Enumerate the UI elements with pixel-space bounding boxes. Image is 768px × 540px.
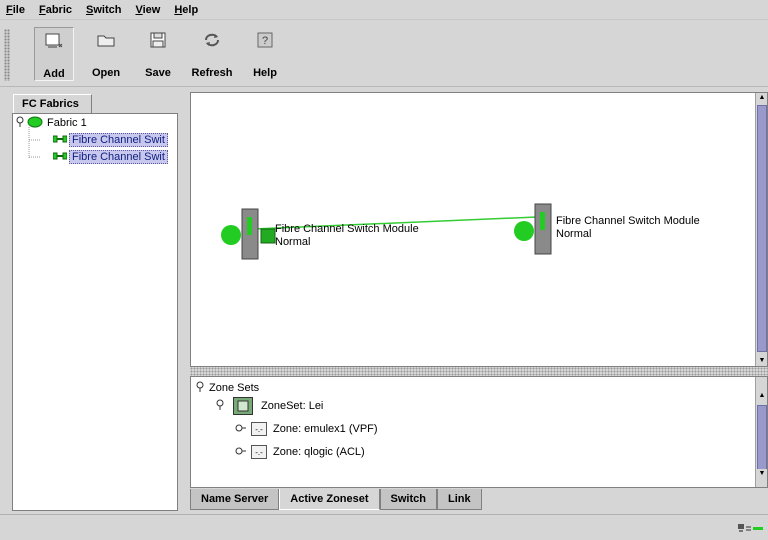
menu-view[interactable]: View	[133, 3, 162, 17]
fabric-tree: Fabric 1 Fibre Channel Swit Fibre Channe…	[12, 113, 178, 511]
switch-icon	[52, 134, 69, 146]
menu-help[interactable]: Help	[172, 3, 200, 17]
scroll-thumb[interactable]	[757, 105, 767, 352]
zone-scrollbar[interactable]: ▲ ▼	[755, 377, 767, 487]
tree-switch-label: Fibre Channel Swit	[69, 133, 168, 147]
topology-view[interactable]: Fibre Channel Switch Module Normal Fibre…	[190, 92, 768, 367]
save-disk-icon	[145, 27, 171, 53]
tab-fc-fabrics[interactable]: FC Fabrics	[13, 94, 92, 113]
zoneset-row[interactable]: ZoneSet: Lei	[215, 397, 323, 415]
refresh-button[interactable]: Refresh	[186, 27, 238, 81]
switch-1-status: Normal	[275, 236, 311, 248]
tree-root-row[interactable]: Fabric 1	[15, 115, 89, 131]
zone-label: Zone: emulex1 (VPF)	[273, 423, 378, 435]
help-label: Help	[253, 67, 277, 79]
fabric-icon	[27, 116, 45, 131]
switch-2-name: Fibre Channel Switch Module	[556, 215, 700, 227]
scroll-down-icon[interactable]: ▼	[757, 356, 767, 366]
switch-icon	[52, 151, 69, 163]
status-bar	[0, 514, 768, 540]
zone-sets-label: Zone Sets	[209, 382, 260, 394]
bottom-tabs: Name Server Active Zoneset Switch Link	[190, 489, 482, 511]
svg-text:?: ?	[262, 35, 268, 47]
tree-switch-label: Fibre Channel Swit	[69, 150, 168, 164]
scroll-up-icon[interactable]: ▲	[757, 93, 767, 103]
tree-switch-row-2[interactable]: Fibre Channel Swit	[52, 149, 168, 165]
menu-switch[interactable]: Switch	[84, 3, 123, 17]
zone-icon: -.-	[251, 422, 267, 436]
zone-tree: Zone Sets ZoneSet: Lei -.- Zone: emulex1…	[190, 376, 768, 488]
open-folder-icon	[93, 27, 119, 53]
toolbar-grip[interactable]	[4, 29, 10, 81]
open-button[interactable]: Open	[84, 27, 128, 81]
menubar: File Fabric Switch View Help	[0, 0, 768, 20]
zone-label: Zone: qlogic (ACL)	[273, 446, 365, 458]
open-label: Open	[91, 67, 121, 79]
expand-toggle-icon[interactable]	[215, 399, 233, 414]
add-label: Add	[43, 68, 65, 80]
switch-node-1[interactable]	[221, 208, 276, 260]
switch-2-status: Normal	[556, 228, 592, 240]
tree-switch-row-1[interactable]: Fibre Channel Swit	[52, 132, 168, 148]
expand-toggle-icon[interactable]	[15, 116, 27, 131]
tab-active-zoneset[interactable]: Active Zoneset	[279, 489, 380, 510]
zone-sets-row[interactable]: Zone Sets	[195, 379, 259, 397]
menu-fabric[interactable]: Fabric	[37, 3, 74, 17]
switch-2-label: Fibre Channel Switch Module Normal	[556, 215, 700, 241]
add-button[interactable]: Add	[34, 27, 74, 81]
split-pane-divider[interactable]	[190, 367, 768, 376]
topology-scrollbar[interactable]: ▲ ▼	[755, 93, 767, 366]
zone-icon: -.-	[251, 445, 267, 459]
tab-link[interactable]: Link	[436, 489, 482, 510]
switch-node-2[interactable]	[514, 203, 552, 255]
save-button[interactable]: Save	[138, 27, 178, 81]
zoneset-label: ZoneSet: Lei	[261, 400, 324, 412]
zone-row[interactable]: -.- Zone: emulex1 (VPF)	[235, 420, 378, 438]
toolbar: Add Open Save Refresh ? Help	[0, 21, 768, 87]
zone-row[interactable]: -.- Zone: qlogic (ACL)	[235, 443, 365, 461]
tree-root-label: Fabric 1	[47, 117, 87, 129]
help-icon: ?	[252, 27, 278, 53]
menu-file[interactable]: File	[4, 3, 27, 17]
help-button[interactable]: ? Help	[247, 27, 283, 81]
network-status-icon	[738, 524, 764, 537]
tab-switch[interactable]: Switch	[379, 489, 437, 510]
tab-name-server[interactable]: Name Server	[190, 489, 280, 510]
zoneset-icon	[233, 397, 255, 415]
add-fabric-icon	[41, 28, 67, 54]
switch-1-label: Fibre Channel Switch Module Normal	[275, 223, 419, 249]
collapsed-toggle-icon[interactable]	[235, 446, 251, 459]
scroll-thumb[interactable]	[757, 405, 767, 471]
scroll-down-icon[interactable]: ▼	[757, 469, 767, 479]
save-label: Save	[145, 67, 171, 79]
expand-toggle-icon[interactable]	[195, 381, 209, 396]
scroll-up-icon[interactable]: ▲	[757, 391, 767, 401]
collapsed-toggle-icon[interactable]	[235, 423, 251, 436]
refresh-label: Refresh	[191, 67, 233, 79]
refresh-icon	[199, 27, 225, 53]
switch-1-name: Fibre Channel Switch Module	[275, 223, 419, 235]
